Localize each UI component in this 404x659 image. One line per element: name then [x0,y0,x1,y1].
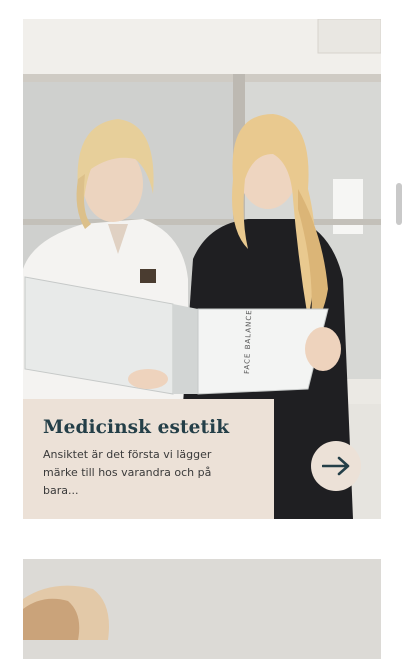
card-title[interactable]: Medicinsk estetik [43,417,254,438]
card-arrow-button[interactable] [311,441,361,491]
arrow-right-icon [322,456,350,476]
scrollbar[interactable] [396,183,402,225]
service-card-2[interactable] [23,559,381,659]
card-description: Ansiktet är det första vi lägger märke t… [43,448,212,497]
service-card-medicinsk-estetik[interactable]: FACE BALANCE Medicinsk estetik Ansiktet … [23,19,381,519]
card-caption: Medicinsk estetik Ansiktet är det första… [23,399,274,519]
card-image [23,559,381,659]
